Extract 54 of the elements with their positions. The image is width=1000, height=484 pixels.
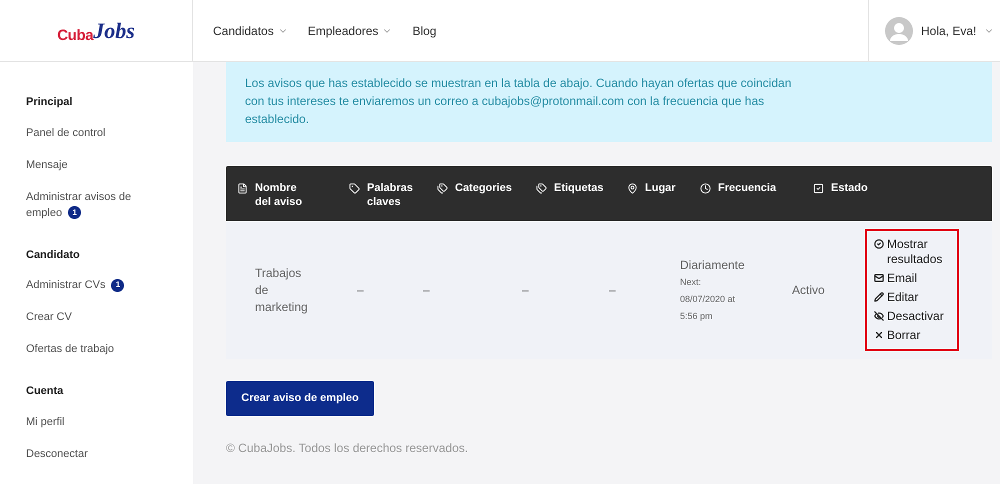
close-icon bbox=[874, 330, 884, 340]
column-header: Lugar bbox=[645, 181, 677, 195]
column-header: Categories bbox=[455, 181, 513, 195]
status-text: Activo bbox=[792, 282, 826, 299]
table-cell-text: Trabajos de marketing bbox=[255, 264, 309, 316]
envelope-icon bbox=[874, 273, 884, 283]
action-link[interactable]: Email bbox=[874, 269, 950, 288]
next-run-text: Next: 08/07/2020 at 5:56 pm bbox=[680, 276, 736, 323]
count-badge: 1 bbox=[68, 206, 82, 220]
column-header: Estado bbox=[831, 181, 869, 195]
sidebar-item[interactable]: Desconectar bbox=[26, 446, 156, 462]
sidebar-heading: Candidato bbox=[26, 248, 81, 262]
column-header: Frecuencia bbox=[718, 181, 776, 195]
table-cell-text: – bbox=[422, 282, 431, 299]
action-link[interactable]: Desactivar bbox=[874, 307, 950, 326]
check-circle-icon bbox=[874, 239, 884, 249]
tags-icon bbox=[536, 183, 547, 194]
table-cell-text: Diariamente bbox=[680, 256, 746, 274]
sidebar-item[interactable]: Panel de control bbox=[26, 124, 156, 140]
map-pin-icon bbox=[627, 183, 638, 194]
info-alert: Los avisos que has establecido se muestran en la tabla de abajo. Cuando hayan ofertas que coincidan con tus intereses te enviaremos un correo a cubajobs@protonmail.com con la frecuencia que has establecido. bbox=[226, 62, 992, 142]
count-badge: 1 bbox=[111, 278, 124, 292]
column-header: Palabras claves bbox=[367, 181, 414, 209]
user-menu[interactable]: Hola, Eva! bbox=[885, 16, 994, 44]
tag-icon bbox=[349, 183, 360, 194]
eye-slash-icon bbox=[874, 311, 884, 321]
sidebar-item[interactable]: Mensaje bbox=[26, 156, 156, 172]
nav-link[interactable]: Empleadores bbox=[308, 22, 392, 40]
avatar-icon bbox=[885, 16, 913, 44]
sidebar-item[interactable]: Administrar CVs 1 bbox=[26, 277, 156, 293]
sidebar-heading: Principal bbox=[26, 95, 74, 110]
document-icon bbox=[237, 183, 248, 194]
action-link[interactable]: Editar bbox=[874, 288, 950, 307]
action-link[interactable]: Mostrar resultados bbox=[874, 235, 950, 269]
column-header: Nombre del aviso bbox=[255, 181, 304, 209]
sidebar-heading: Cuenta bbox=[26, 384, 64, 399]
logo[interactable]: CubaJobs bbox=[57, 14, 135, 47]
sidebar-item[interactable]: Mi perfil bbox=[26, 414, 156, 430]
sidebar-item[interactable]: Administrar avisos de empleo 1 bbox=[26, 188, 156, 220]
table-cell-text: – bbox=[609, 282, 617, 299]
pencil-icon bbox=[874, 292, 884, 302]
sidebar-item[interactable]: Ofertas de trabajo bbox=[26, 341, 156, 357]
table-cell-text: – bbox=[521, 282, 530, 299]
checkbox-icon bbox=[813, 183, 824, 194]
nav-link[interactable]: Candidatos bbox=[213, 22, 288, 40]
clock-icon bbox=[700, 183, 711, 194]
tags-icon bbox=[437, 183, 448, 194]
create-alert-button[interactable]: Crear aviso de empleo bbox=[226, 381, 374, 416]
table-cell-text: – bbox=[356, 282, 365, 299]
footer-text: © CubaJobs. Todos los derechos reservados. bbox=[226, 440, 470, 457]
nav-link[interactable]: Blog bbox=[412, 22, 436, 40]
column-header: Etiquetas bbox=[554, 181, 605, 195]
action-link[interactable]: Borrar bbox=[874, 326, 950, 345]
sidebar-item[interactable]: Crear CV bbox=[26, 309, 156, 325]
